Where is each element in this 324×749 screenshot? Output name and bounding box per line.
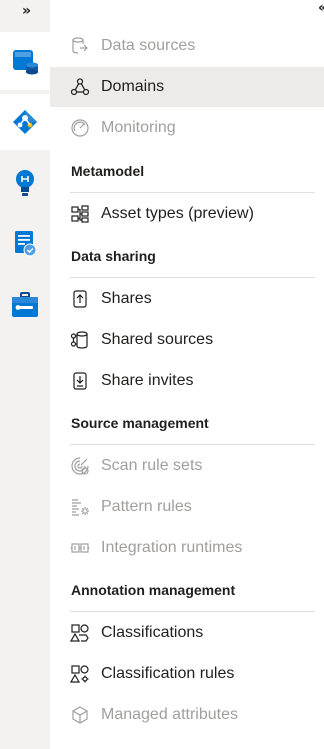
- nav-item-classification-rules[interactable]: Classification rules: [50, 654, 324, 694]
- section-header-source-management: Source management: [71, 415, 209, 431]
- nav-item-asset-types[interactable]: Asset types (preview): [50, 194, 324, 234]
- nav-item-integration-runtimes[interactable]: Integration runtimes: [50, 528, 324, 568]
- left-rail: »: [0, 0, 50, 749]
- section-divider: [70, 611, 315, 612]
- collapse-panel-button[interactable]: «: [318, 0, 324, 16]
- section-divider: [70, 277, 315, 278]
- expand-rail-button[interactable]: »: [22, 3, 31, 19]
- nav-item-label: Data sources: [101, 37, 196, 54]
- classifications-icon: [70, 623, 90, 643]
- nav-item-domains[interactable]: Domains: [50, 67, 324, 107]
- section-divider: [70, 192, 315, 193]
- section-header-data-sharing: Data sharing: [71, 248, 156, 264]
- nav-item-share-invites[interactable]: Share invites: [50, 361, 324, 401]
- data-sources-icon: [70, 36, 90, 56]
- section-header-annotation-management: Annotation management: [71, 582, 236, 598]
- nav-item-label: Shares: [101, 290, 152, 307]
- nav-item-label: Asset types (preview): [101, 205, 254, 222]
- monitoring-icon: [70, 118, 90, 138]
- nav-item-label: Classifications: [101, 624, 204, 641]
- integration-runtimes-icon: [70, 538, 90, 558]
- section-divider: [70, 444, 315, 445]
- nav-item-classifications[interactable]: Classifications: [50, 613, 324, 653]
- nav-item-label: Domains: [101, 78, 165, 95]
- shares-icon: [70, 289, 90, 309]
- nav-item-label: Managed attributes: [101, 706, 238, 723]
- nav-item-label: Monitoring: [101, 119, 176, 136]
- section-header-metamodel: Metamodel: [71, 163, 145, 179]
- nav-item-label: Share invites: [101, 372, 194, 389]
- classification-rules-icon: [70, 664, 90, 684]
- nav-item-shared-sources[interactable]: Shared sources: [50, 320, 324, 360]
- nav-item-label: Scan rule sets: [101, 457, 203, 474]
- nav-item-managed-attributes[interactable]: Managed attributes: [50, 695, 324, 735]
- navigation-panel: « Data sources Domains Monitoring Metamo…: [50, 0, 324, 749]
- nav-item-label: Classification rules: [101, 665, 235, 682]
- pattern-rules-icon: [70, 497, 90, 517]
- share-invites-icon: [70, 371, 90, 391]
- nav-item-label: Integration runtimes: [101, 539, 243, 556]
- scan-rule-sets-icon: [70, 456, 90, 476]
- nav-item-data-sources[interactable]: Data sources: [50, 26, 324, 66]
- shared-sources-icon: [70, 330, 90, 350]
- domains-icon: [70, 77, 90, 97]
- asset-types-icon: [70, 204, 90, 224]
- nav-item-pattern-rules[interactable]: Pattern rules: [50, 487, 324, 527]
- data-map-icon[interactable]: [0, 32, 50, 90]
- nav-item-monitoring[interactable]: Monitoring: [50, 108, 324, 148]
- nav-item-shares[interactable]: Shares: [50, 279, 324, 319]
- policy-icon[interactable]: [0, 222, 50, 266]
- data-catalog-icon[interactable]: [0, 94, 50, 150]
- managed-attributes-icon: [70, 705, 90, 725]
- management-icon[interactable]: [0, 284, 50, 326]
- nav-item-scan-rule-sets[interactable]: Scan rule sets: [50, 446, 324, 486]
- insights-icon[interactable]: [0, 160, 50, 206]
- nav-item-label: Shared sources: [101, 331, 214, 348]
- nav-item-label: Pattern rules: [101, 498, 192, 515]
